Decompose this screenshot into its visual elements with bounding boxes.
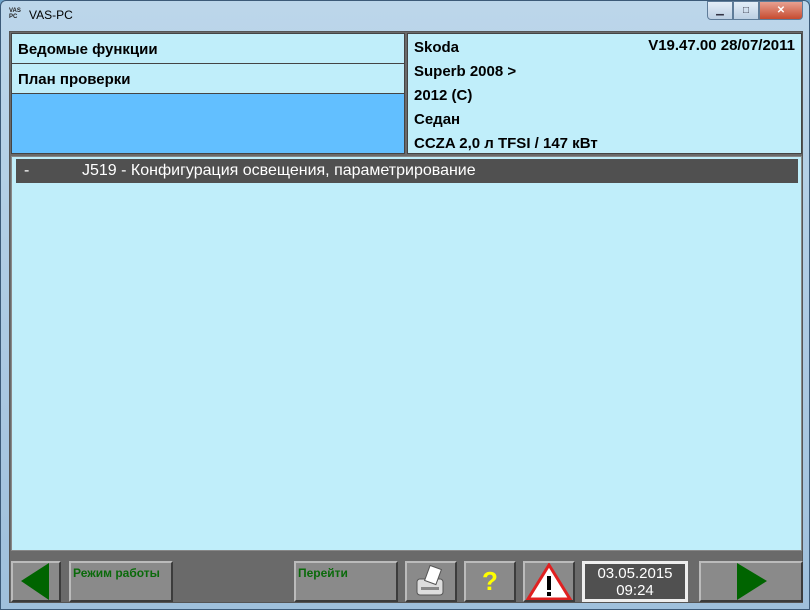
arrow-right-icon — [737, 563, 767, 600]
app-window: VAS PC VAS-PC ▁ □ ✕ Ведомые функции План … — [0, 0, 810, 610]
date: 03.05.2015 — [597, 565, 673, 582]
function-list: - J519 - Конфигурация освещения, парамет… — [11, 156, 802, 551]
arrow-left-icon — [21, 563, 49, 600]
warning-button[interactable] — [523, 561, 575, 602]
list-item-label: J519 - Конфигурация освещения, параметри… — [82, 162, 476, 179]
date-time-display: 03.05.2015 09:24 — [582, 561, 688, 602]
vehicle-body: Седан — [414, 111, 461, 128]
title-bar: VAS PC VAS-PC ▁ □ ✕ — [1, 1, 809, 29]
warning-icon — [525, 562, 573, 601]
menu-item-guided-functions[interactable]: Ведомые функции — [12, 34, 404, 64]
window-title: VAS-PC — [29, 8, 73, 22]
back-button[interactable] — [11, 561, 61, 602]
goto-button[interactable]: Перейти — [294, 561, 398, 602]
function-panel: Ведомые функции План проверки — [11, 33, 405, 154]
maximize-button[interactable]: □ — [733, 1, 759, 20]
app-icon: VAS PC — [9, 8, 21, 20]
list-item-prefix: - — [24, 162, 30, 179]
time: 09:24 — [616, 582, 654, 599]
close-button[interactable]: ✕ — [759, 1, 803, 20]
mode-button[interactable]: Режим работы — [69, 561, 173, 602]
software-version: V19.47.00 28/07/2011 — [648, 37, 795, 54]
forward-button[interactable] — [699, 561, 803, 602]
list-item[interactable]: - J519 - Конфигурация освещения, парамет… — [16, 159, 798, 183]
vehicle-year: 2012 (C) — [414, 87, 473, 104]
vehicle-info-panel: Skoda V19.47.00 28/07/2011 Superb 2008 >… — [407, 33, 802, 154]
printer-icon — [416, 564, 444, 596]
menu-item-test-plan[interactable]: План проверки — [12, 64, 404, 94]
client-area: Ведомые функции План проверки Skoda V19.… — [9, 31, 803, 603]
minimize-button[interactable]: ▁ — [707, 1, 733, 20]
empty-panel — [12, 94, 404, 153]
help-button[interactable]: ? — [464, 561, 516, 602]
print-button[interactable] — [405, 561, 457, 602]
vehicle-engine: CCZA 2,0 л TFSI / 147 кВт — [414, 135, 598, 152]
vehicle-model: Superb 2008 > — [414, 63, 517, 80]
